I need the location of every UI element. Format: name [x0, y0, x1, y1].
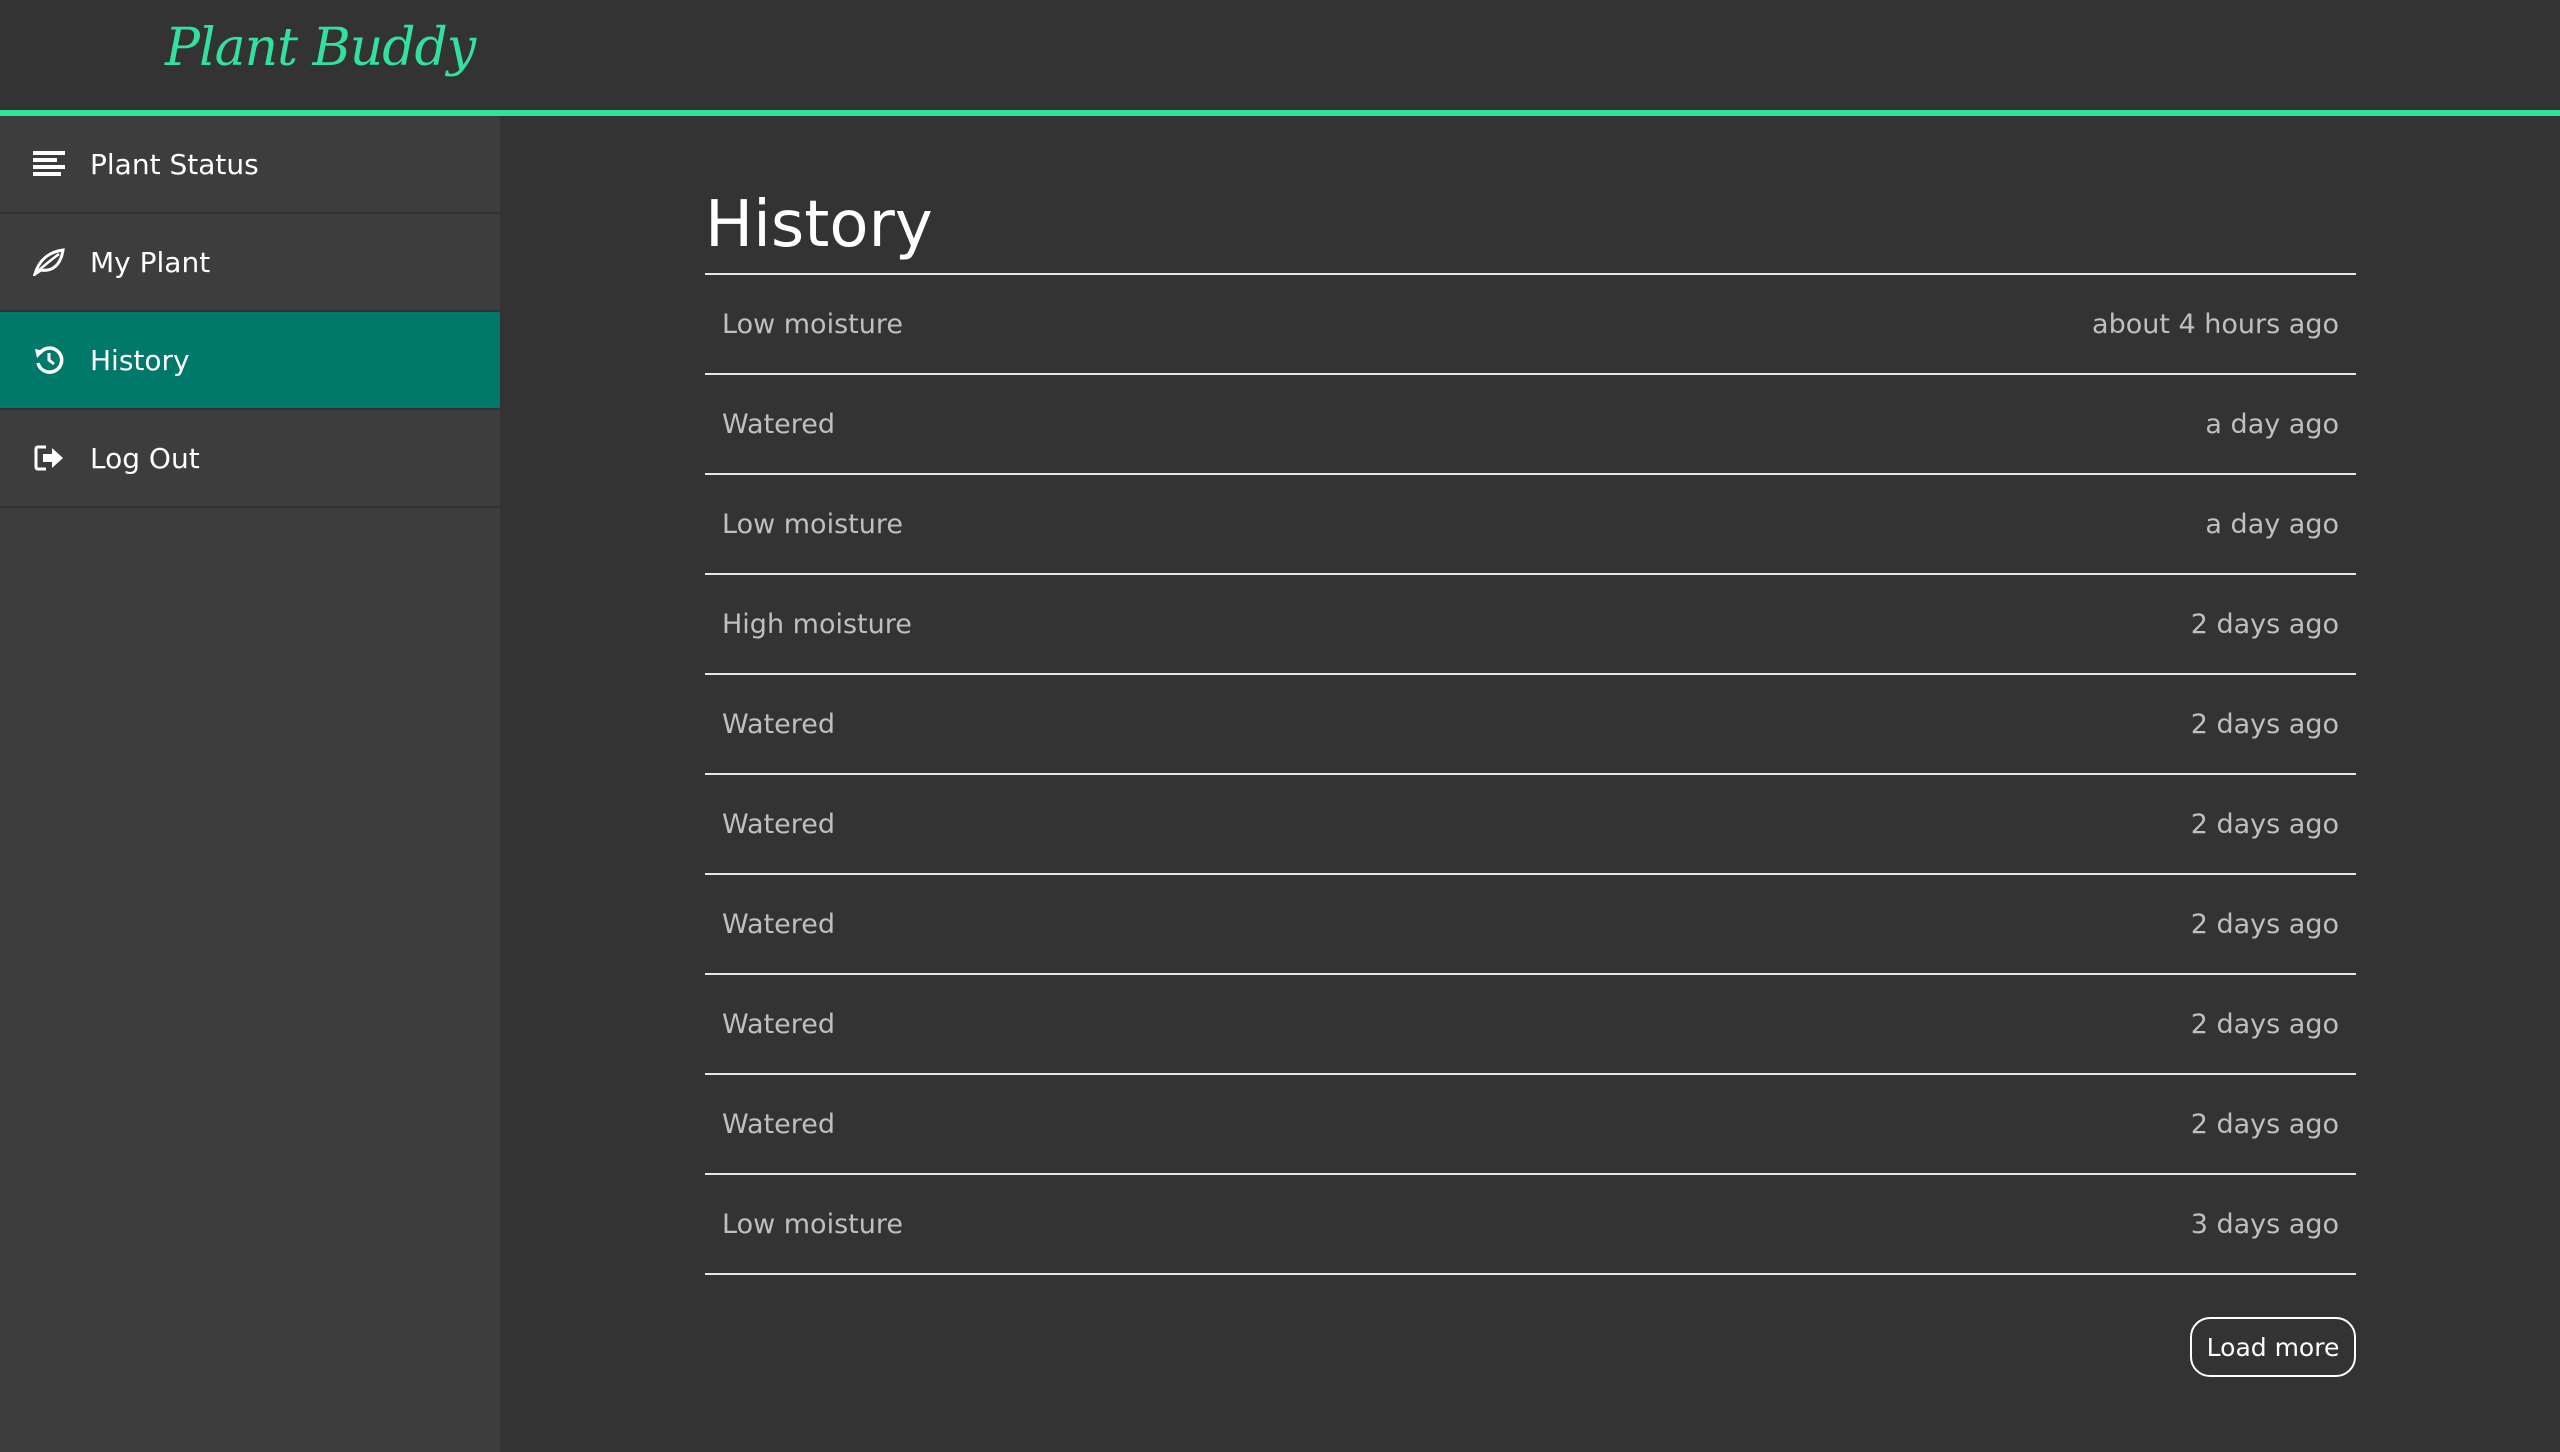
sidebar-item-log-out[interactable]: Log Out — [0, 410, 500, 508]
event-time: 2 days ago — [2190, 708, 2339, 740]
history-row: Watered 2 days ago — [705, 1075, 2356, 1175]
sign-out-icon — [32, 441, 66, 475]
sidebar: Plant Status My Plant History Log Out — [0, 116, 500, 1452]
sidebar-item-label: Plant Status — [90, 147, 259, 181]
event-time: 2 days ago — [2190, 1108, 2339, 1140]
logo[interactable]: Plant Buddy — [165, 18, 476, 78]
history-row: Low moisture a day ago — [705, 475, 2356, 575]
history-list: Low moisture about 4 hours ago Watered a… — [705, 273, 2356, 1275]
event-label: Watered — [722, 708, 835, 740]
load-more-button[interactable]: Load more — [2190, 1317, 2356, 1377]
history-row: High moisture 2 days ago — [705, 575, 2356, 675]
event-time: 3 days ago — [2190, 1208, 2339, 1240]
event-time: 2 days ago — [2190, 608, 2339, 640]
event-label: Watered — [722, 408, 835, 440]
history-row: Watered 2 days ago — [705, 875, 2356, 975]
leaf-icon — [32, 245, 66, 279]
event-time: about 4 hours ago — [2092, 308, 2339, 340]
sidebar-item-label: My Plant — [90, 245, 211, 279]
bars-icon — [32, 147, 66, 181]
event-label: High moisture — [722, 608, 912, 640]
event-time: a day ago — [2205, 508, 2339, 540]
event-label: Watered — [722, 808, 835, 840]
sidebar-item-label: History — [90, 343, 190, 377]
sidebar-item-label: Log Out — [90, 441, 200, 475]
sidebar-item-my-plant[interactable]: My Plant — [0, 214, 500, 312]
event-time: 2 days ago — [2190, 1008, 2339, 1040]
event-time: 2 days ago — [2190, 908, 2339, 940]
history-row: Low moisture about 4 hours ago — [705, 275, 2356, 375]
history-row: Watered 2 days ago — [705, 975, 2356, 1075]
history-row: Low moisture 3 days ago — [705, 1175, 2356, 1275]
event-time: 2 days ago — [2190, 808, 2339, 840]
history-row: Watered 2 days ago — [705, 675, 2356, 775]
page-title: History — [705, 188, 933, 262]
history-row: Watered a day ago — [705, 375, 2356, 475]
history-row: Watered 2 days ago — [705, 775, 2356, 875]
event-label: Watered — [722, 1108, 835, 1140]
main-content: History Low moisture about 4 hours ago W… — [500, 116, 2560, 1452]
event-label: Low moisture — [722, 1208, 903, 1240]
event-label: Low moisture — [722, 508, 903, 540]
sidebar-item-plant-status[interactable]: Plant Status — [0, 116, 500, 214]
event-time: a day ago — [2205, 408, 2339, 440]
event-label: Watered — [722, 908, 835, 940]
history-icon — [32, 343, 66, 377]
event-label: Watered — [722, 1008, 835, 1040]
event-label: Low moisture — [722, 308, 903, 340]
sidebar-item-history[interactable]: History — [0, 312, 500, 410]
top-bar: Plant Buddy — [0, 0, 2560, 116]
